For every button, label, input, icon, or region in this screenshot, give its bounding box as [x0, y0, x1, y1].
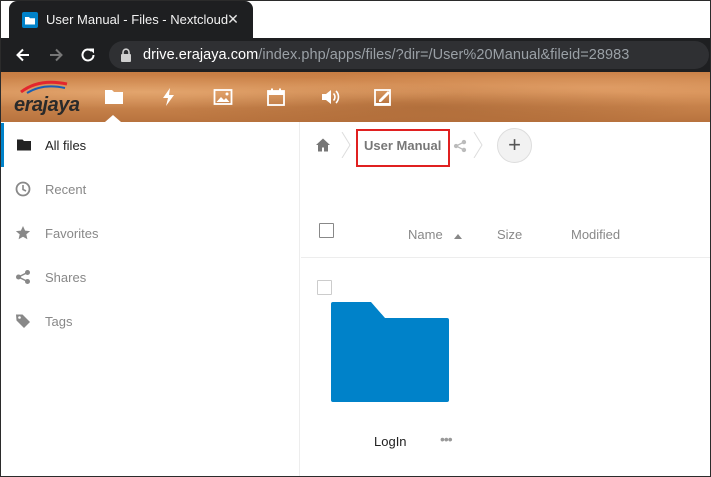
gallery-app-icon[interactable] — [213, 87, 233, 107]
sidebar-item-shares[interactable]: Shares — [1, 255, 300, 299]
erajaya-logo[interactable]: erajaya — [11, 80, 80, 116]
file-list-header: Name Size Modified — [301, 214, 710, 258]
logo-swoosh-icon — [20, 80, 68, 94]
column-modified[interactable]: Modified — [571, 227, 620, 242]
sidebar-item-label: Favorites — [45, 225, 99, 241]
new-tab-button[interactable]: + — [263, 8, 281, 30]
active-app-indicator — [105, 115, 121, 122]
folder-icon[interactable] — [331, 302, 449, 402]
url-host: drive.erajaya.com — [143, 47, 259, 63]
close-tab-icon[interactable]: ✕ — [226, 12, 240, 26]
share-icon — [15, 269, 31, 285]
sort-ascending-icon — [454, 234, 462, 239]
browser-toolbar: drive.erajaya.com/index.php/apps/files/?… — [1, 38, 710, 72]
forward-arrow-icon[interactable] — [46, 45, 66, 65]
clock-icon — [15, 181, 31, 197]
sidebar-item-recent[interactable]: Recent — [1, 167, 300, 211]
more-actions-icon[interactable]: ••• — [440, 431, 453, 447]
sidebar-navigation: All files Recent Favorites Shares Tags — [1, 122, 300, 476]
browser-window: User Manual - Files - Nextcloud ✕ + driv… — [0, 0, 711, 477]
logo-text: erajaya — [14, 94, 80, 116]
breadcrumb-current[interactable]: User Manual — [364, 138, 441, 153]
sidebar-item-tags[interactable]: Tags — [1, 299, 300, 343]
tag-icon — [15, 313, 31, 329]
url-text: drive.erajaya.com/index.php/apps/files/?… — [143, 47, 629, 63]
column-size[interactable]: Size — [497, 227, 522, 242]
url-path: /index.php/apps/files/?dir=/User%20Manua… — [258, 47, 630, 63]
lock-icon — [120, 48, 132, 62]
back-arrow-icon[interactable] — [13, 45, 33, 65]
app-header: erajaya — [1, 72, 710, 122]
home-icon[interactable] — [315, 137, 331, 153]
breadcrumb-separator-icon — [473, 132, 483, 158]
files-app-icon[interactable] — [104, 87, 124, 107]
share-icon[interactable] — [453, 139, 467, 153]
notes-app-icon[interactable] — [373, 87, 393, 107]
files-content: User Manual + Name Size Modified LogIn •… — [301, 122, 710, 476]
address-bar[interactable]: drive.erajaya.com/index.php/apps/files/?… — [109, 41, 709, 69]
select-all-checkbox[interactable] — [319, 223, 334, 238]
reload-icon[interactable] — [78, 45, 98, 65]
sidebar-item-label: Recent — [45, 181, 87, 197]
file-name[interactable]: LogIn — [374, 434, 407, 449]
tab-strip: User Manual - Files - Nextcloud ✕ + — [1, 1, 710, 38]
sidebar-item-label: Tags — [45, 313, 73, 329]
nextcloud-favicon-icon — [22, 11, 38, 28]
folder-icon — [16, 137, 32, 153]
browser-tab[interactable]: User Manual - Files - Nextcloud ✕ — [9, 1, 253, 38]
audio-app-icon[interactable] — [320, 87, 340, 107]
calendar-app-icon[interactable] — [266, 87, 286, 107]
column-name[interactable]: Name — [408, 227, 443, 242]
breadcrumb-separator-icon — [341, 132, 351, 158]
activity-app-icon[interactable] — [159, 87, 179, 107]
tab-title: User Manual - Files - Nextcloud — [46, 12, 229, 27]
file-select-checkbox[interactable] — [317, 280, 332, 295]
sidebar-item-all-files[interactable]: All files — [1, 123, 300, 167]
new-file-button[interactable]: + — [497, 128, 532, 163]
sidebar-item-label: Shares — [45, 269, 87, 285]
file-tile[interactable]: LogIn ••• — [317, 272, 477, 462]
sidebar-item-favorites[interactable]: Favorites — [1, 211, 300, 255]
star-icon — [15, 225, 31, 241]
sidebar-item-label: All files — [45, 137, 87, 153]
